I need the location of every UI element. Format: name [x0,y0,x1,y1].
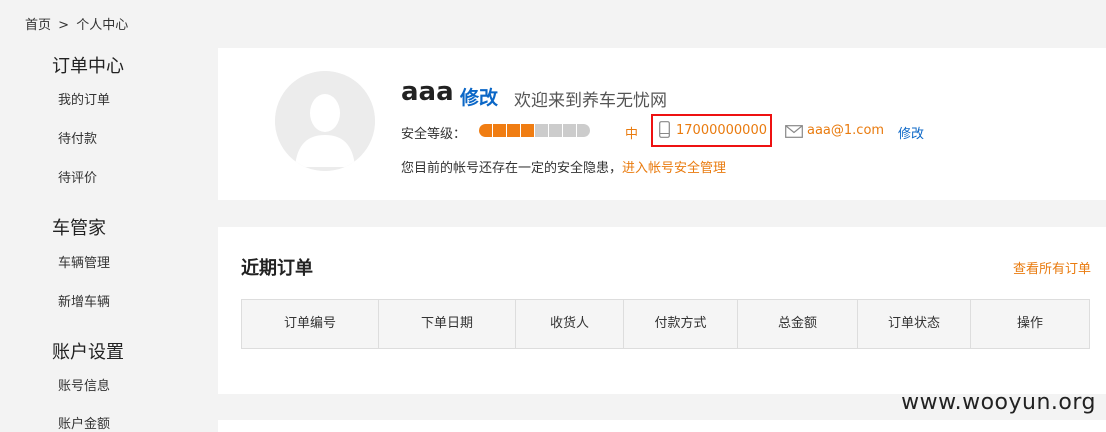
security-segment [577,124,590,137]
column-total-amount: 总金额 [738,300,858,348]
account-security-link[interactable]: 进入帐号安全管理 [622,161,726,176]
sidebar-item-my-orders[interactable]: 我的订单 [58,89,110,108]
security-warning: 您目前的帐号还存在一定的安全隐患，进入帐号安全管理 [401,157,726,176]
avatar[interactable] [275,71,375,171]
orders-table-header: 订单编号 下单日期 收货人 付款方式 总金额 订单状态 操作 [241,299,1090,349]
sidebar-item-pending-review[interactable]: 待评价 [58,167,97,186]
username: aaa [401,77,454,107]
column-payment-method: 付款方式 [624,300,738,348]
sidebar-item-add-vehicle[interactable]: 新增车辆 [58,291,110,310]
security-segment [549,124,562,137]
sidebar: 订单中心 我的订单 待付款 待评价 车管家 车辆管理 新增车辆 账户设置 账号信… [0,0,218,432]
view-all-orders-link[interactable]: 查看所有订单 [1013,258,1091,277]
column-actions: 操作 [1016,316,1043,331]
default-user-icon [275,71,375,171]
sidebar-heading-account: 账户设置 [52,342,124,363]
column-order-date: 下单日期 [379,300,516,348]
security-level-text: 中 [625,127,639,142]
watermark: www.wooyun.org [901,390,1096,415]
mail-icon [785,125,803,138]
security-segment [479,124,492,137]
security-segment [521,124,534,137]
bottom-panel [218,420,1106,432]
column-order-number: 订单编号 [242,300,379,348]
recent-orders-panel: 近期订单 查看所有订单 订单编号 下单日期 收货人 付款方式 总金额 订单状态 … [218,227,1106,394]
security-label: 安全等级： [401,127,467,142]
security-segment [507,124,520,137]
security-warning-text: 您目前的帐号还存在一定的安全隐患 [401,161,610,176]
security-level-bar [479,124,599,137]
sidebar-item-pending-payment[interactable]: 待付款 [58,128,97,147]
phone-number-link[interactable]: 17000000000 [676,123,767,138]
column-recipient: 收货人 [516,300,624,348]
profile-panel: aaa 修改 欢迎来到养车无忧网 安全等级： 中 17000000000 aaa… [218,48,1106,200]
sidebar-item-account-info[interactable]: 账号信息 [58,375,110,394]
welcome-text: 欢迎来到养车无忧网 [514,91,667,111]
sidebar-heading-orders: 订单中心 [52,56,124,77]
security-segment [563,124,576,137]
edit-email-link[interactable]: 修改 [898,123,924,142]
column-order-status: 订单状态 [858,300,971,348]
edit-profile-link[interactable]: 修改 [460,83,498,110]
security-segment [535,124,548,137]
sidebar-item-vehicle-management[interactable]: 车辆管理 [58,252,110,271]
recent-orders-title: 近期订单 [241,258,313,279]
sidebar-item-account-balance[interactable]: 账户金额 [58,413,110,432]
sidebar-heading-car: 车管家 [52,218,106,239]
security-warning-separator: ， [609,161,623,176]
security-segment [493,124,506,137]
phone-icon [659,121,670,138]
email-link[interactable]: aaa@1.com [807,123,884,138]
